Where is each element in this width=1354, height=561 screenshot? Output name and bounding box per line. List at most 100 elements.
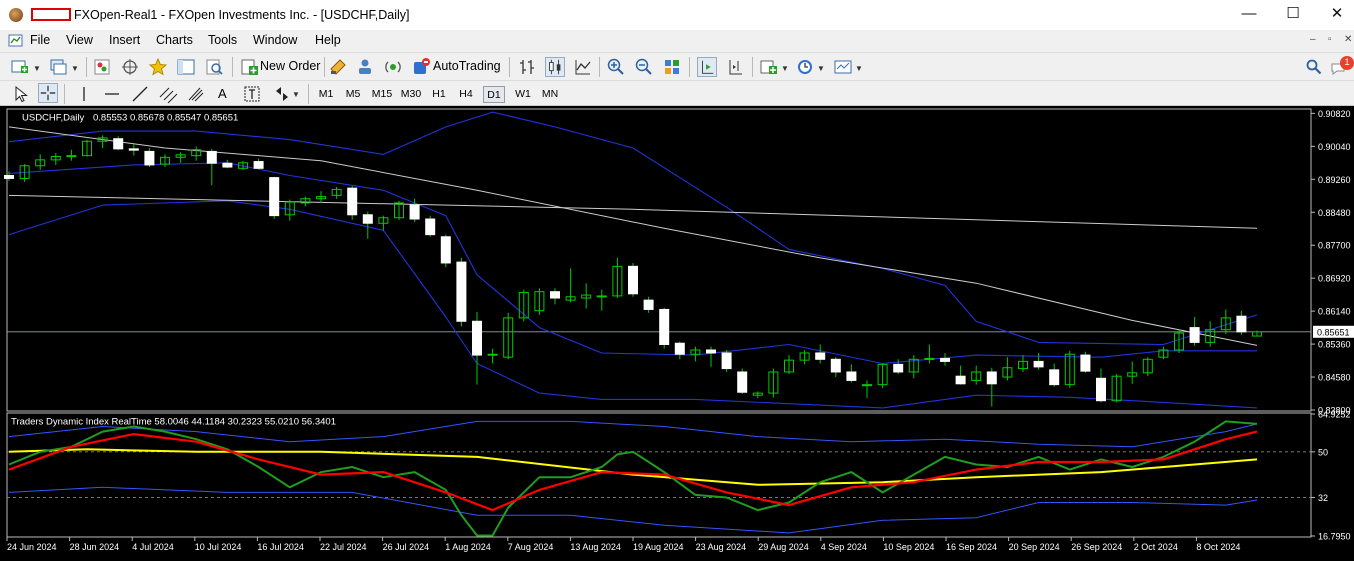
bear-candle	[955, 375, 966, 385]
bear-candle	[1236, 315, 1247, 333]
bear-candle	[643, 299, 654, 310]
zoom-in-icon[interactable]	[606, 57, 626, 77]
arrows-icon[interactable]	[272, 84, 292, 104]
profiles-icon[interactable]	[48, 57, 68, 77]
data-window-icon[interactable]	[120, 57, 140, 77]
candlestick-chart-icon[interactable]	[545, 57, 565, 77]
bear-candle	[456, 261, 467, 322]
bear-candle	[409, 204, 420, 220]
x-axis-label: 8 Oct 2024	[1196, 542, 1240, 552]
trendline-icon[interactable]	[130, 84, 150, 104]
bar-chart-icon[interactable]	[517, 57, 537, 77]
terminal-icon[interactable]	[176, 57, 196, 77]
chevron-down-icon[interactable]: ▼	[855, 64, 863, 73]
text-label-icon[interactable]	[242, 84, 262, 104]
timeframe-h1[interactable]: H1	[428, 86, 450, 103]
indicators-icon[interactable]	[759, 57, 779, 77]
bear-candle	[347, 187, 358, 216]
menu-tools[interactable]: Tools	[208, 33, 237, 47]
new-chart-icon[interactable]	[10, 57, 30, 77]
menu-file[interactable]: File	[30, 33, 50, 47]
equidistant-channel-icon[interactable]	[158, 84, 178, 104]
line-chart-icon[interactable]	[573, 57, 593, 77]
autotrading-label: AutoTrading	[433, 59, 501, 73]
chart-window[interactable]: 0.90820 0.90040 0.89260 0.88480 0.87700 0.869…	[0, 106, 1354, 561]
bear-candle	[986, 371, 997, 385]
chevron-down-icon[interactable]: ▼	[71, 64, 79, 73]
separator	[86, 57, 87, 77]
timeframe-mn[interactable]: MN	[538, 86, 562, 103]
mdi-minimize-button[interactable]: –	[1310, 34, 1316, 45]
zoom-out-icon[interactable]	[634, 57, 654, 77]
timeframe-m1[interactable]: M1	[315, 86, 337, 103]
menu-charts[interactable]: Charts	[156, 33, 193, 47]
chevron-down-icon[interactable]: ▼	[781, 64, 789, 73]
maximize-button[interactable]: ☐	[1270, 4, 1316, 26]
timeframe-m5[interactable]: M5	[342, 86, 364, 103]
bear-candle	[1033, 360, 1044, 368]
autotrading-icon	[414, 58, 430, 74]
menu-view[interactable]: View	[66, 33, 93, 47]
y-axis-tick-label: 0.87700	[1318, 241, 1351, 251]
crosshair-icon[interactable]	[38, 83, 58, 103]
separator	[64, 84, 65, 104]
x-axis-label: 26 Sep 2024	[1071, 542, 1122, 552]
new-order-icon	[241, 59, 258, 75]
menu-insert[interactable]: Insert	[109, 33, 140, 47]
templates-icon[interactable]	[833, 57, 853, 77]
search-icon[interactable]	[1304, 57, 1324, 77]
cursor-icon[interactable]	[10, 84, 30, 104]
metaeditor-icon[interactable]	[328, 57, 348, 77]
text-tool[interactable]: A	[218, 86, 227, 101]
timeframe-h4[interactable]: H4	[455, 86, 477, 103]
separator	[509, 57, 510, 77]
bull-candle	[66, 155, 77, 158]
minimize-button[interactable]: —	[1226, 4, 1272, 26]
navigator-icon[interactable]	[148, 57, 168, 77]
mdi-close-button[interactable]: ✕	[1344, 34, 1352, 45]
bull-candle	[924, 357, 935, 360]
x-axis-label: 16 Sep 2024	[946, 542, 997, 552]
bear-candle	[440, 236, 451, 264]
chevron-down-icon[interactable]: ▼	[817, 64, 825, 73]
timeframe-d1[interactable]: D1	[483, 86, 505, 103]
strategy-tester-icon[interactable]	[204, 57, 224, 77]
chart-canvas[interactable]: 0.90820 0.90040 0.89260 0.88480 0.87700 0.869…	[0, 106, 1354, 561]
x-axis-label: 4 Jul 2024	[132, 542, 174, 552]
timeframe-m30[interactable]: M30	[397, 86, 425, 103]
x-axis-label: 16 Jul 2024	[257, 542, 304, 552]
bear-candle	[1096, 377, 1106, 402]
notification-badge: 1	[1340, 56, 1354, 70]
fibonacci-retracement-icon[interactable]	[186, 84, 206, 104]
chart-shift-icon[interactable]	[725, 57, 745, 77]
market-watch-icon[interactable]	[92, 57, 112, 77]
separator	[308, 84, 309, 104]
indicator-header: Traders Dynamic Index RealTime 58.0046 4…	[11, 417, 336, 428]
chevron-down-icon[interactable]: ▼	[292, 90, 300, 99]
tile-windows-icon[interactable]	[662, 57, 682, 77]
close-button[interactable]: ✕	[1314, 4, 1354, 26]
vertical-line-icon[interactable]	[74, 84, 94, 104]
standard-toolbar: ▼ ▼ New Order AutoTrading ▼ ▼ ▼ 1	[0, 52, 1354, 80]
menu-window[interactable]: Window	[253, 33, 297, 47]
separator	[752, 57, 753, 77]
timeframe-w1[interactable]: W1	[512, 86, 534, 103]
autotrading-button[interactable]: AutoTrading	[409, 55, 505, 79]
chevron-down-icon[interactable]: ▼	[33, 64, 41, 73]
periods-clock-icon[interactable]	[795, 57, 815, 77]
notifications-button[interactable]: 1	[1330, 56, 1354, 78]
timeframe-m15[interactable]: M15	[368, 86, 396, 103]
accounts-icon[interactable]	[355, 57, 375, 77]
indicator-y-tick-label: 32	[1318, 493, 1328, 503]
mdi-restore-button[interactable]: ▫	[1328, 34, 1332, 45]
new-order-button[interactable]: New Order	[238, 55, 321, 79]
horizontal-line-icon[interactable]	[102, 84, 122, 104]
x-axis-label: 19 Aug 2024	[633, 542, 684, 552]
menu-help[interactable]: Help	[315, 33, 341, 47]
signals-icon[interactable]	[383, 57, 403, 77]
y-axis-tick-label: 0.89260	[1318, 175, 1351, 185]
bull-candle	[487, 353, 498, 356]
x-axis-label: 4 Sep 2024	[821, 542, 867, 552]
auto-scroll-icon[interactable]	[697, 57, 717, 77]
bear-candle	[362, 214, 373, 224]
